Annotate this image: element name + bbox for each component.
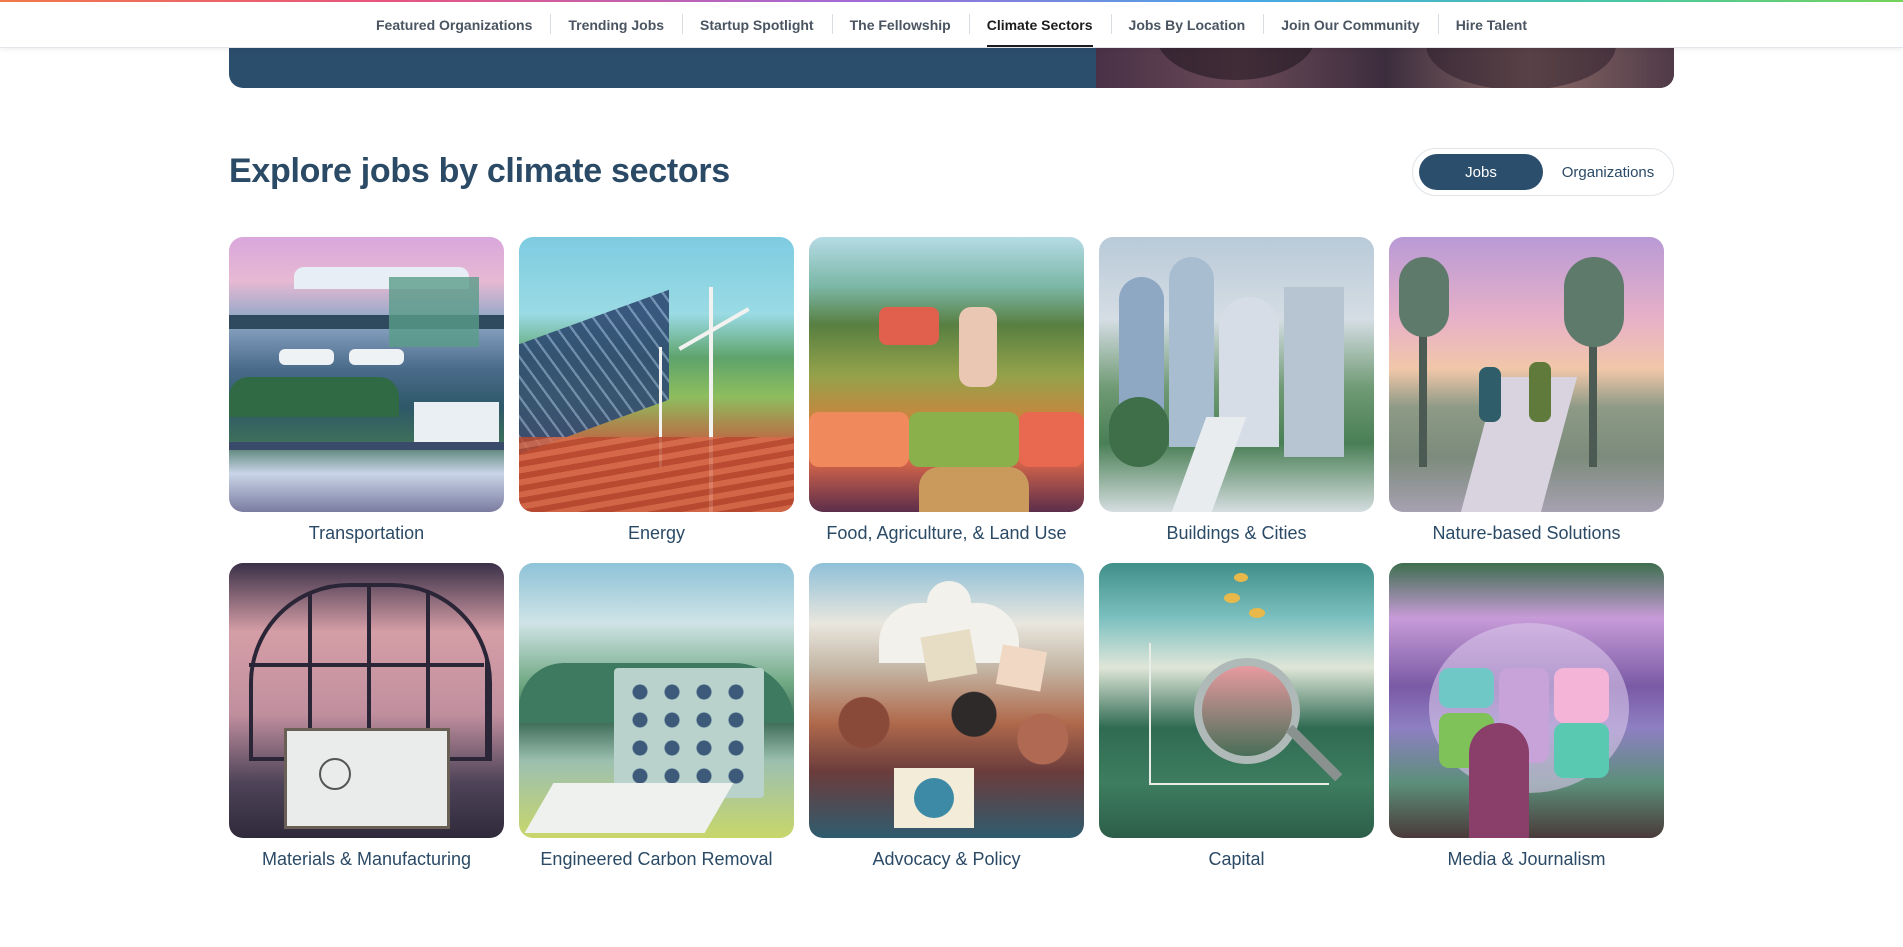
toggle-jobs-button[interactable]: Jobs — [1419, 154, 1543, 190]
sector-card-media-journalism[interactable]: Media & Journalism — [1389, 563, 1664, 871]
sector-label: Engineered Carbon Removal — [540, 849, 773, 869]
sector-label: Materials & Manufacturing — [261, 849, 472, 869]
nature-based-solutions-illustration — [1389, 237, 1664, 512]
nav-trending-jobs[interactable]: Trending Jobs — [550, 2, 682, 47]
nav-join-our-community[interactable]: Join Our Community — [1263, 2, 1437, 47]
media-journalism-illustration — [1389, 563, 1664, 838]
nav-climate-sectors[interactable]: Climate Sectors — [968, 2, 1111, 47]
sector-label: Buildings & Cities — [1166, 523, 1307, 543]
nav-hire-talent[interactable]: Hire Talent — [1437, 2, 1545, 47]
sector-card-materials-manufacturing[interactable]: Materials & Manufacturing — [229, 563, 504, 871]
capital-illustration — [1099, 563, 1374, 838]
nav-jobs-by-location[interactable]: Jobs By Location — [1110, 2, 1264, 47]
sector-label: Nature-based Solutions — [1432, 523, 1621, 543]
jobs-organizations-toggle: Jobs Organizations — [1412, 148, 1674, 196]
sector-card-advocacy-policy[interactable]: Advocacy & Policy — [809, 563, 1084, 871]
sector-label: Transportation — [308, 523, 425, 543]
sector-card-nature-based-solutions[interactable]: Nature-based Solutions — [1389, 237, 1664, 545]
nav-startup-spotlight[interactable]: Startup Spotlight — [682, 2, 832, 47]
sector-card-transportation[interactable]: Transportation — [229, 237, 504, 545]
sector-card-energy[interactable]: Energy — [519, 237, 794, 545]
sector-card-engineered-carbon-removal[interactable]: Engineered Carbon Removal — [519, 563, 794, 871]
toggle-organizations-button[interactable]: Organizations — [1547, 154, 1669, 190]
sector-card-buildings-cities[interactable]: Buildings & Cities — [1099, 237, 1374, 545]
materials-manufacturing-illustration — [229, 563, 504, 838]
sector-label: Capital — [1208, 849, 1265, 869]
nav-featured-organizations[interactable]: Featured Organizations — [358, 2, 550, 47]
buildings-cities-illustration — [1099, 237, 1374, 512]
transportation-illustration — [229, 237, 504, 512]
sector-card-food-agriculture-land-use[interactable]: Food, Agriculture, & Land Use — [809, 237, 1084, 545]
sector-label: Media & Journalism — [1447, 849, 1606, 869]
sector-label: Energy — [627, 523, 686, 543]
sector-label: Food, Agriculture, & Land Use — [826, 523, 1067, 543]
section-title: Explore jobs by climate sectors — [229, 152, 730, 190]
top-navigation: Featured Organizations Trending Jobs Sta… — [0, 2, 1903, 48]
advocacy-policy-illustration — [809, 563, 1084, 838]
food-agriculture-illustration — [809, 237, 1084, 512]
sector-label: Advocacy & Policy — [872, 849, 1021, 869]
engineered-carbon-removal-illustration — [519, 563, 794, 838]
energy-illustration — [519, 237, 794, 512]
nav-the-fellowship[interactable]: The Fellowship — [831, 2, 969, 47]
sector-card-capital[interactable]: Capital — [1099, 563, 1374, 871]
sector-grid: Transportation Energy Food, Agriculture,… — [229, 237, 1664, 871]
